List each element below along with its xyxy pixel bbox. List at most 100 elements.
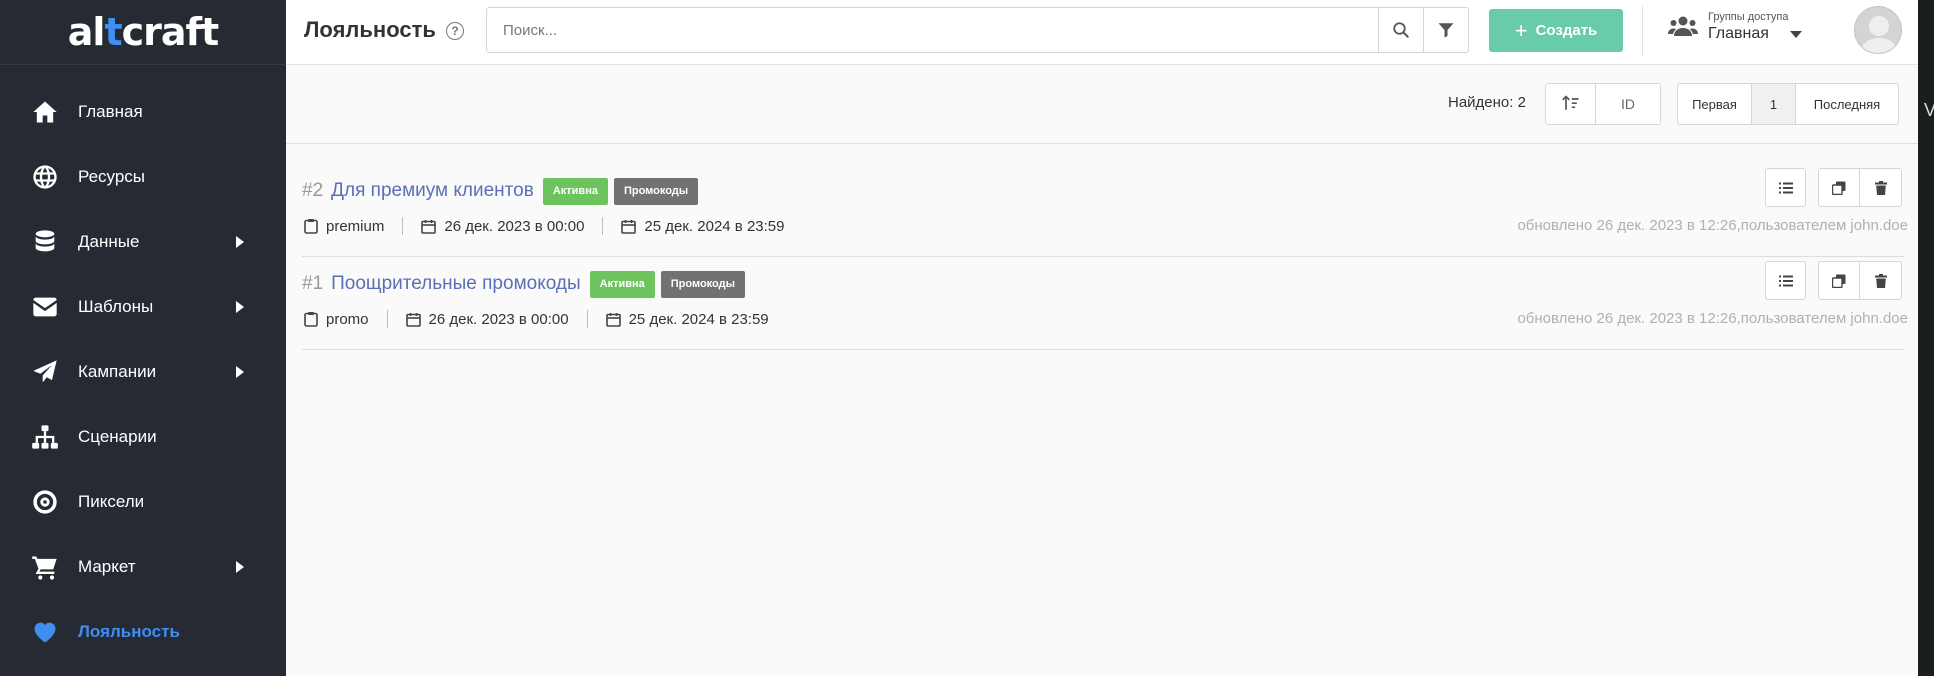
avatar[interactable] <box>1854 6 1902 54</box>
cart-icon <box>30 552 60 582</box>
calendar-icon <box>605 312 621 327</box>
type-badge: Промокоды <box>660 270 745 298</box>
plus-icon: + <box>1514 17 1528 43</box>
sidebar-item-scenarios[interactable]: Сценарии <box>0 404 286 469</box>
found-count: Найдено: 2 <box>1448 94 1526 111</box>
item-end-date-value: 25 дек. 2024 в 23:59 <box>628 310 769 328</box>
caret-down-icon <box>1790 31 1802 38</box>
clipboard-icon <box>304 219 318 234</box>
sort-control: ID <box>1545 83 1661 125</box>
copy-button[interactable] <box>1819 262 1860 299</box>
item-end-date-value: 25 дек. 2024 в 23:59 <box>644 217 785 235</box>
sidebar-item-label: Кампании <box>78 361 157 381</box>
last-page-button[interactable]: Последняя <box>1796 84 1898 124</box>
meta-divider <box>402 217 404 235</box>
sidebar-item-pixels[interactable]: Пиксели <box>0 469 286 534</box>
current-page-button[interactable]: 1 <box>1752 84 1796 124</box>
sidebar-item-loyalty[interactable]: Лояльность <box>0 599 286 664</box>
user-avatar-icon <box>1860 16 1898 53</box>
chevron-right-icon <box>236 365 244 378</box>
item-meta: promo 26 дек. 2023 в 00:00 25 дек. 2024 … <box>304 308 769 330</box>
status-badge: Активна <box>542 177 608 205</box>
item-start-date: 26 дек. 2023 в 00:00 <box>405 310 569 328</box>
list-item: #1 Поощрительные промокоды Активна Промо… <box>302 257 1908 350</box>
copy-button[interactable] <box>1819 169 1860 206</box>
item-code-value: premium <box>326 217 385 235</box>
sidebar-item-data[interactable]: Данные <box>0 209 286 274</box>
first-page-button[interactable]: Первая <box>1678 84 1752 124</box>
users-icon <box>1668 16 1698 36</box>
item-actions <box>1765 261 1902 300</box>
top-header: Лояльность ? + Создать Группы доступа Гл… <box>286 0 1918 65</box>
calendar-icon <box>405 312 421 327</box>
logo-text: altcraft <box>67 10 219 54</box>
item-name-link[interactable]: Поощрительные промокоды <box>331 273 580 295</box>
type-badge: Промокоды <box>613 177 699 205</box>
sidebar-item-label: Ресурсы <box>78 166 146 186</box>
logo[interactable]: altcraft <box>0 0 286 65</box>
item-name-link[interactable]: Для премиум клиентов <box>331 180 534 202</box>
item-id: #2 <box>302 180 324 201</box>
trash-icon <box>1874 273 1887 288</box>
chevron-right-icon <box>236 300 244 313</box>
list-icon <box>1778 275 1793 286</box>
delete-button[interactable] <box>1860 262 1901 299</box>
sidebar-item-templates[interactable]: Шаблоны <box>0 274 286 339</box>
sidebar-item-campaigns[interactable]: Кампании <box>0 339 286 404</box>
pagination: Первая 1 Последняя <box>1677 83 1899 125</box>
item-code: promo <box>304 311 369 328</box>
sidebar-item-label: Лояльность <box>78 621 180 641</box>
search-input[interactable] <box>487 8 1377 52</box>
search-box <box>486 7 1380 53</box>
heart-icon <box>30 617 60 647</box>
sort-icon <box>1561 95 1578 110</box>
access-group-label: Группы доступа <box>1708 11 1789 23</box>
status-badge: Активна <box>589 270 655 298</box>
header-divider <box>1642 6 1643 56</box>
details-button[interactable] <box>1765 261 1806 300</box>
database-icon <box>30 227 60 257</box>
sidebar-item-market[interactable]: Маркет <box>0 534 286 599</box>
copy-icon <box>1832 181 1846 195</box>
item-code-value: promo <box>326 310 369 328</box>
sidebar-item-label: Сценарии <box>78 426 157 446</box>
sidebar-item-label: Шаблоны <box>78 296 154 316</box>
envelope-icon <box>30 292 60 322</box>
help-icon[interactable]: ? <box>446 22 464 40</box>
item-edit-actions <box>1818 168 1902 207</box>
list-item-title: #2 Для премиум клиентов Активна Промокод… <box>302 176 704 206</box>
calendar-icon <box>421 219 437 234</box>
item-start-date: 26 дек. 2023 в 00:00 <box>421 218 584 235</box>
item-code: premium <box>304 218 384 235</box>
list-item-title: #1 Поощрительные промокоды Активна Промо… <box>302 269 751 299</box>
search-button[interactable] <box>1378 7 1424 53</box>
list-icon <box>1778 182 1793 193</box>
sort-field-button[interactable]: ID <box>1596 84 1660 124</box>
create-button-label: Создать <box>1535 22 1598 39</box>
sidebar-item-label: Данные <box>78 231 140 251</box>
item-updated-info: обновлено 26 дек. 2023 в 12:26,пользоват… <box>1517 217 1908 234</box>
details-button[interactable] <box>1765 168 1806 207</box>
trash-icon <box>1874 180 1887 195</box>
item-end-date: 25 дек. 2024 в 23:59 <box>605 310 769 328</box>
item-end-date: 25 дек. 2024 в 23:59 <box>621 218 784 235</box>
delete-button[interactable] <box>1860 169 1901 206</box>
meta-divider <box>602 217 604 235</box>
filter-button[interactable] <box>1423 7 1469 53</box>
item-meta: premium 26 дек. 2023 в 00:00 25 дек. 202… <box>304 215 784 237</box>
item-actions <box>1765 168 1902 207</box>
sidebar-item-label: Главная <box>78 101 143 121</box>
sort-direction-button[interactable] <box>1546 84 1596 124</box>
sidebar-item-label: Маркет <box>78 556 136 576</box>
item-start-date-value: 26 дек. 2023 в 00:00 <box>444 217 585 235</box>
sidebar-item-resources[interactable]: Ресурсы <box>0 144 286 209</box>
list-toolbar: Найдено: 2 ID Первая 1 Последняя <box>286 66 1918 144</box>
item-updated-info: обновлено 26 дек. 2023 в 12:26,пользоват… <box>1517 310 1908 327</box>
create-button[interactable]: + Создать <box>1489 9 1623 52</box>
globe-icon <box>30 162 60 192</box>
loyalty-program-list: #2 Для премиум клиентов Активна Промокод… <box>302 164 1908 350</box>
sidebar-item-home[interactable]: Главная <box>0 79 286 144</box>
item-start-date-value: 26 дек. 2023 в 00:00 <box>428 310 569 328</box>
edge-text: V <box>1924 100 1934 120</box>
clipboard-icon <box>304 312 318 327</box>
